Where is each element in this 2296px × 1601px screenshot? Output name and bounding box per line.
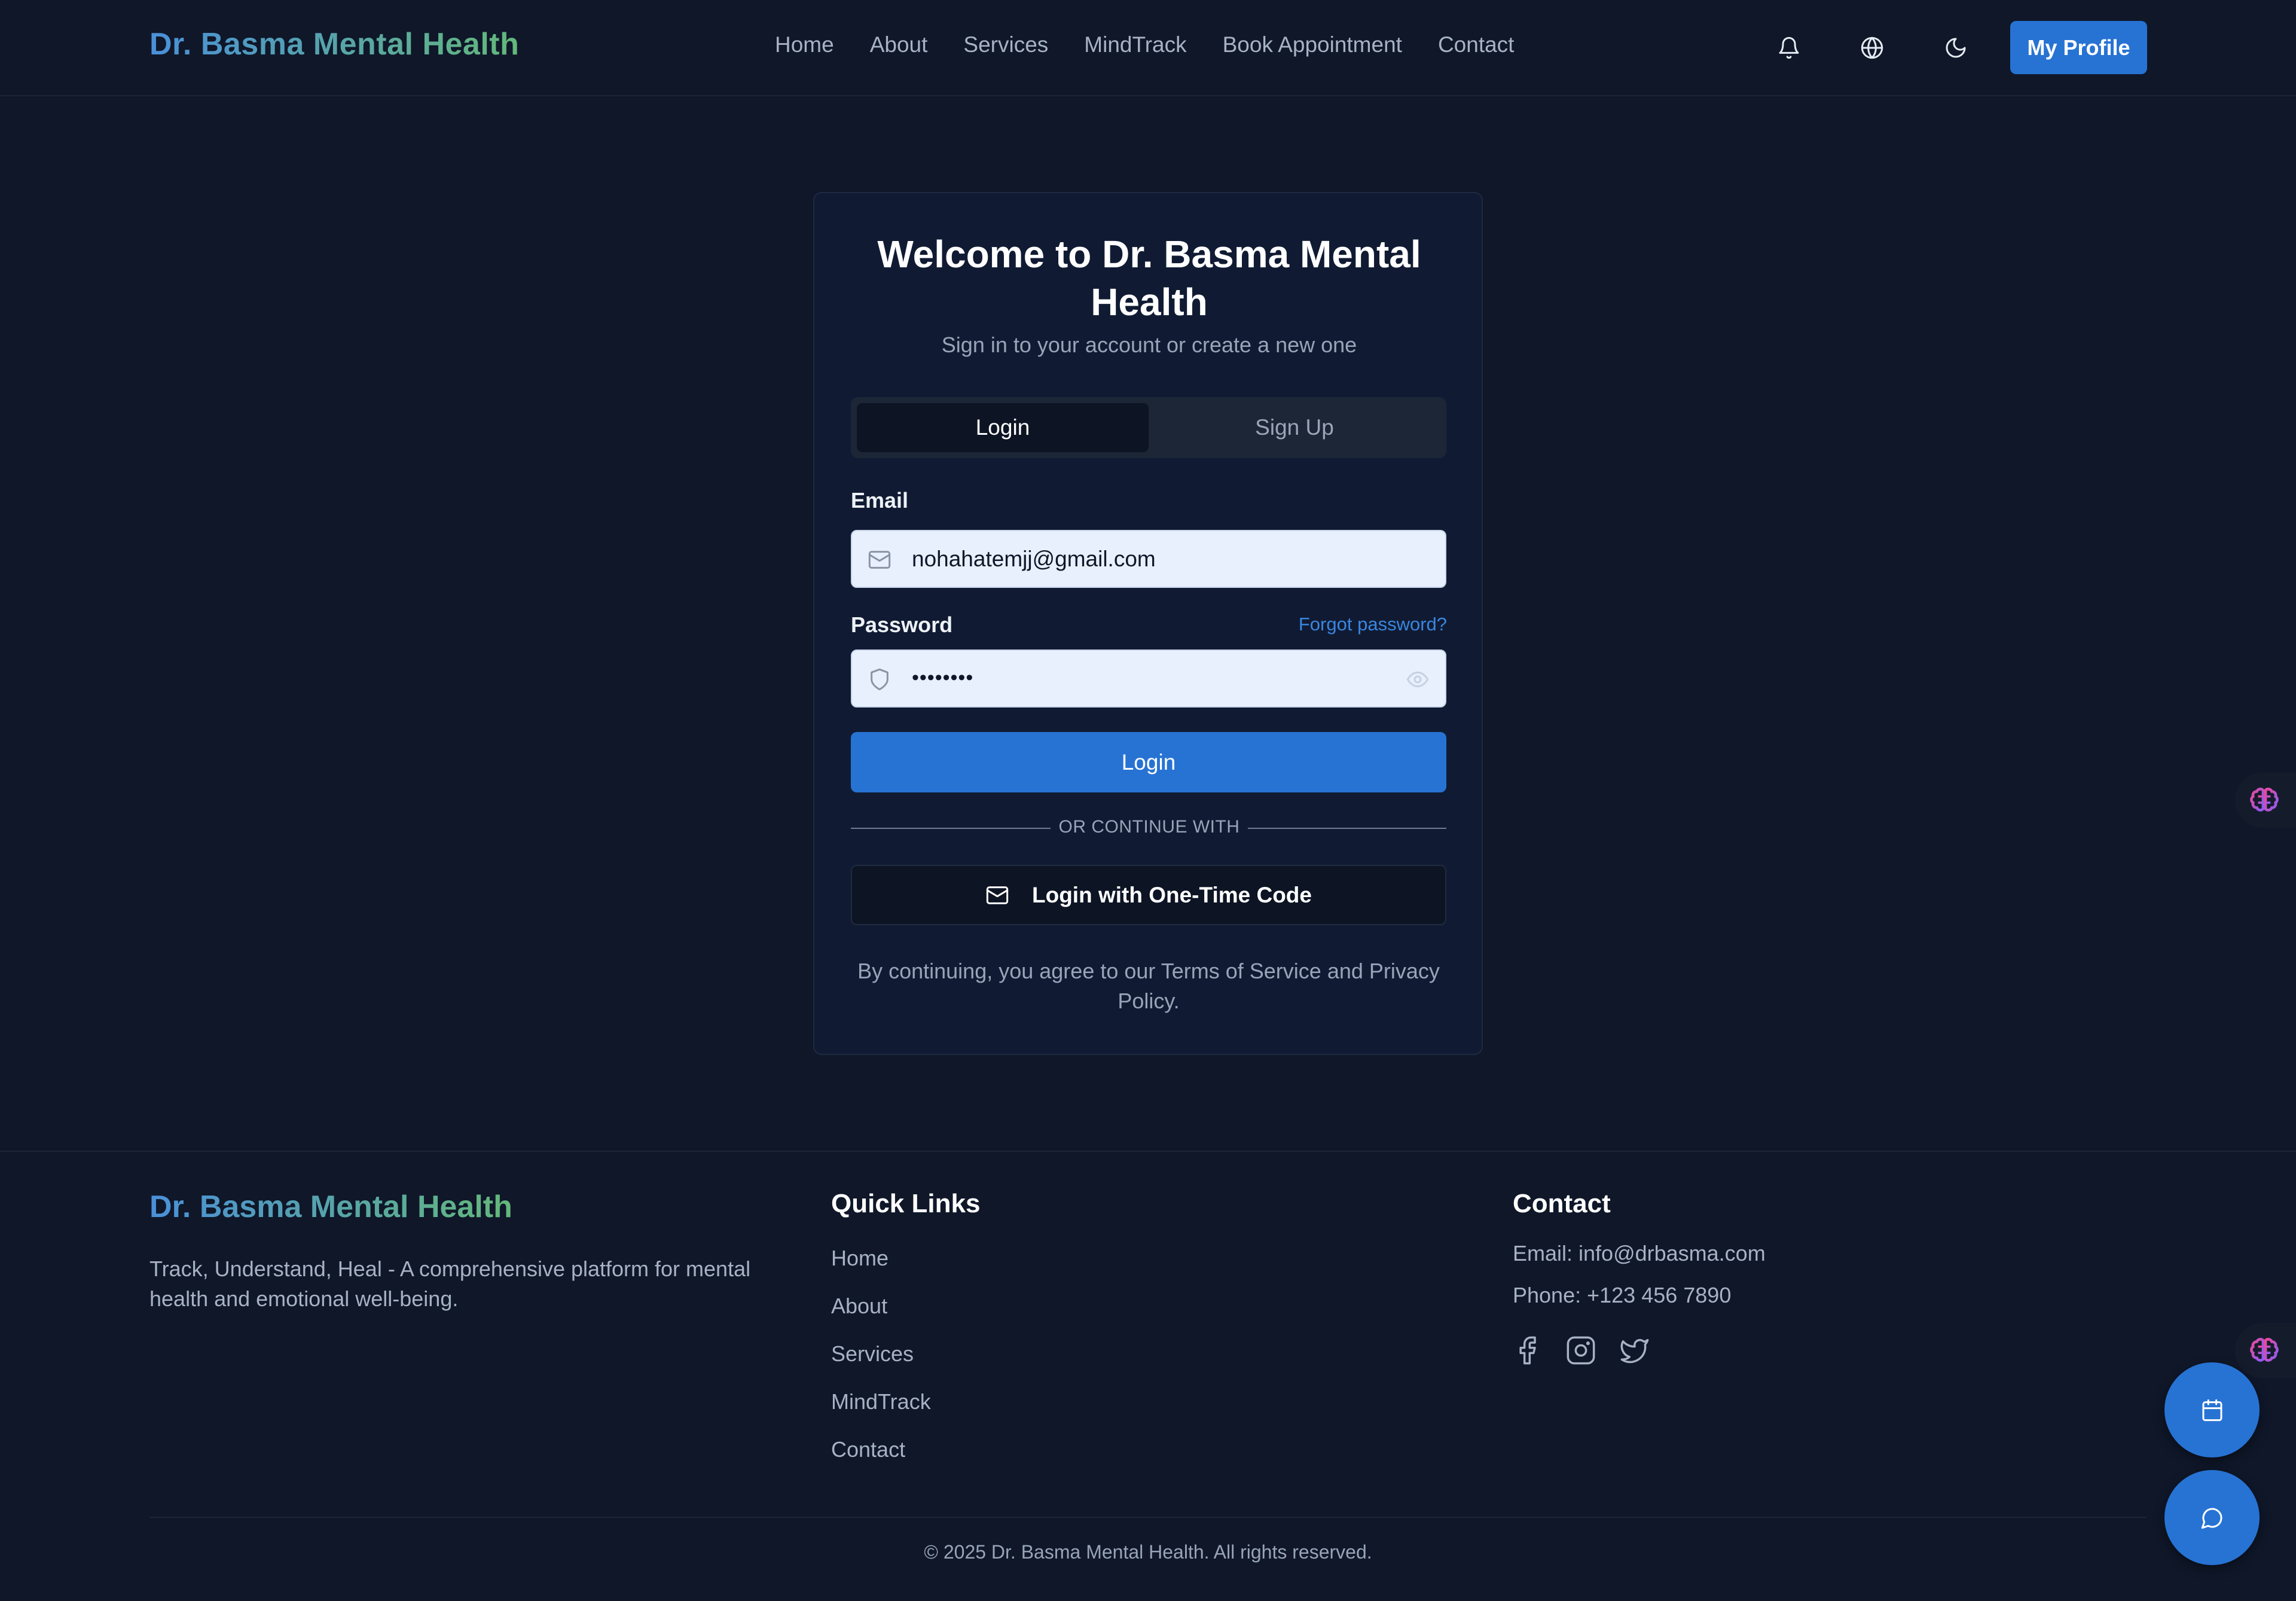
- mail-icon: [868, 548, 891, 572]
- footer-brand: Dr. Basma Mental Health: [149, 1190, 512, 1224]
- contact-email[interactable]: Email: info@drbasma.com: [1513, 1241, 1766, 1266]
- nav-book-appointment[interactable]: Book Appointment: [1223, 32, 1402, 57]
- chat-icon: [2201, 1508, 2222, 1529]
- forgot-password-link[interactable]: Forgot password?: [1293, 614, 1447, 635]
- footer-link-about[interactable]: About: [831, 1294, 887, 1319]
- shield-icon: [868, 667, 891, 691]
- copyright-text: © 2025 Dr. Basma Mental Health. All righ…: [924, 1541, 1372, 1563]
- footer-link-home[interactable]: Home: [831, 1246, 889, 1271]
- password-label: Password: [851, 612, 953, 637]
- email-field[interactable]: nohahatemjj@gmail.com: [851, 530, 1446, 588]
- top-navbar: Dr. Basma Mental Health Home About Servi…: [0, 0, 2296, 96]
- password-field[interactable]: ••••••••: [851, 649, 1446, 708]
- my-profile-button[interactable]: My Profile: [2010, 21, 2147, 74]
- brain-icon: [2250, 788, 2279, 812]
- auth-card: Welcome to Dr. Basma Mental Health Sign …: [813, 192, 1483, 1055]
- main-nav: Home About Services MindTrack Book Appoi…: [775, 32, 1550, 57]
- divider-line-right: [1248, 828, 1446, 829]
- auth-tabs: Login Sign Up: [851, 397, 1446, 458]
- mail-icon: [986, 886, 1009, 904]
- chat-fab[interactable]: [2164, 1470, 2260, 1565]
- nav-services[interactable]: Services: [963, 32, 1048, 57]
- book-appointment-fab[interactable]: [2164, 1362, 2260, 1457]
- mindtrack-side-tab-2[interactable]: [2235, 1323, 2296, 1378]
- brain-icon: [2250, 1338, 2279, 1362]
- bell-icon[interactable]: [1772, 31, 1806, 65]
- calendar-icon: [2202, 1399, 2222, 1421]
- nav-mindtrack[interactable]: MindTrack: [1084, 32, 1186, 57]
- footer-link-contact[interactable]: Contact: [831, 1437, 905, 1462]
- contact-heading: Contact: [1513, 1189, 1611, 1218]
- tab-login[interactable]: Login: [857, 403, 1149, 452]
- quick-links-heading: Quick Links: [831, 1189, 981, 1218]
- contact-phone: Phone: +123 456 7890: [1513, 1283, 1732, 1307]
- mindtrack-side-tab[interactable]: [2235, 773, 2296, 828]
- page-root: Dr. Basma Mental Health Home About Servi…: [0, 0, 2296, 1601]
- brand-logo[interactable]: Dr. Basma Mental Health: [149, 26, 519, 62]
- instagram-icon[interactable]: [1565, 1335, 1599, 1368]
- nav-contact[interactable]: Contact: [1438, 32, 1515, 57]
- terms-text: By continuing, you agree to our Terms of…: [857, 959, 1440, 1013]
- password-value: ••••••••: [912, 666, 974, 689]
- moon-icon[interactable]: [1939, 31, 1973, 65]
- email-label: Email: [851, 488, 909, 513]
- otp-login-label: Login with One-Time Code: [1032, 882, 1312, 907]
- facebook-icon[interactable]: [1512, 1335, 1545, 1368]
- footer-divider: [0, 1151, 2296, 1152]
- auth-subtitle: Sign in to your account or create a new …: [941, 333, 1357, 357]
- email-value: nohahatemjj@gmail.com: [912, 547, 1156, 571]
- footer-link-services[interactable]: Services: [831, 1341, 914, 1367]
- footer-link-mindtrack[interactable]: MindTrack: [831, 1389, 931, 1414]
- footer-description: Track, Understand, Heal - A comprehensiv…: [149, 1257, 751, 1311]
- otp-login-button[interactable]: Login with One-Time Code: [851, 865, 1446, 925]
- nav-about[interactable]: About: [870, 32, 928, 57]
- footer-bottom-divider: [149, 1517, 2147, 1518]
- auth-title: Welcome to Dr. Basma Mental Health: [877, 233, 1421, 324]
- login-button[interactable]: Login: [851, 732, 1446, 792]
- divider-line-left: [851, 828, 1051, 829]
- divider-text: OR CONTINUE WITH: [1058, 817, 1240, 837]
- eye-icon[interactable]: [1406, 667, 1430, 691]
- nav-home[interactable]: Home: [775, 32, 834, 57]
- tab-signup[interactable]: Sign Up: [1149, 403, 1440, 452]
- globe-icon[interactable]: [1855, 31, 1889, 65]
- twitter-icon[interactable]: [1619, 1335, 1653, 1368]
